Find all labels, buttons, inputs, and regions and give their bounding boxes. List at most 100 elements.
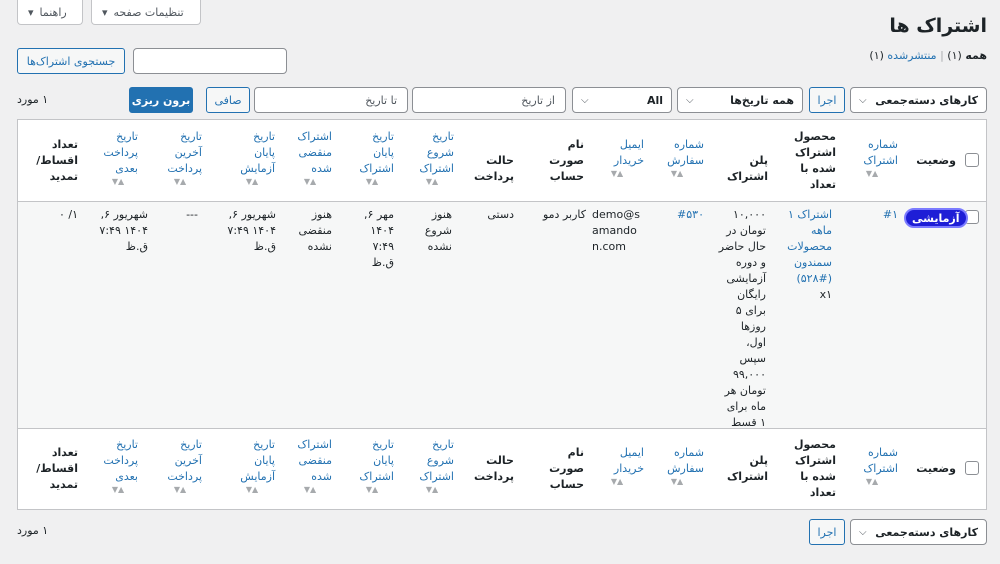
col-next-payment[interactable]: تاریخ پرداخت بعدی ▲▼ [98, 437, 138, 495]
row-expired: هنوز منقضی نشده [298, 208, 332, 253]
col-order-label: شماره سفارش [667, 446, 704, 475]
col-last-label: تاریخ آخرین پرداخت [167, 438, 202, 483]
col-start-date[interactable]: تاریخ شروع اشتراک ▲▼ [410, 437, 454, 495]
all-select-value: All [646, 93, 663, 107]
export-button[interactable]: برون ریزی [129, 87, 193, 113]
row-next-payment: شهریور ۶, ۱۴۰۴ ۷:۴۹ ق.ظ [99, 208, 148, 253]
apply-bulk-button[interactable]: اجرا [809, 87, 845, 113]
sort-icon: ▲▼ [173, 485, 187, 494]
sort-icon: ▲▼ [303, 177, 317, 186]
col-payment-mode: حالت پرداخت [474, 154, 514, 183]
sort-icon: ▲▼ [610, 169, 624, 178]
row-last-payment: --- [186, 208, 198, 221]
row-quantity: x۱ [819, 288, 832, 301]
col-expired[interactable]: اشتراک منقضی شده ▲▼ [288, 437, 332, 495]
col-order[interactable]: شماره سفارش ▲▼ [650, 137, 704, 179]
to-date-input[interactable]: تا تاریخ [254, 87, 408, 113]
row-buyer-email: demo@samandon.com [592, 208, 640, 253]
clear-button[interactable]: صافی [206, 87, 250, 113]
screen-options-button[interactable]: ▾ تنظیمات صفحه [91, 0, 201, 25]
col-expired[interactable]: اشتراک منقضی شده ▲▼ [288, 129, 332, 187]
col-buyer-email[interactable]: ایمیل خریدار ▲▼ [590, 445, 644, 487]
apply-bulk-button-bottom[interactable]: اجرا [809, 519, 845, 545]
status-badge: آزمایشی [904, 208, 968, 228]
col-trial-end[interactable]: تاریخ پایان آزمایش ▲▼ [229, 129, 275, 187]
col-trial-label: تاریخ پایان آزمایش [240, 438, 275, 483]
col-order[interactable]: شماره سفارش ▲▼ [650, 445, 704, 487]
sort-icon: ▲▼ [670, 169, 684, 178]
col-start-date[interactable]: تاریخ شروع اشتراک ▲▼ [410, 129, 454, 187]
row-trial-end: شهریور ۶, ۱۴۰۴ ۷:۴۹ ق.ظ [227, 208, 276, 253]
col-next-payment[interactable]: تاریخ پرداخت بعدی ▲▼ [98, 129, 138, 187]
footer-divider [18, 428, 986, 429]
col-last-payment[interactable]: تاریخ آخرین پرداخت ▲▼ [158, 437, 202, 495]
items-count: ۱ مورد [17, 93, 49, 106]
col-trial-end[interactable]: تاریخ پایان آزمایش ▲▼ [229, 437, 275, 495]
bulk-actions-select[interactable]: کارهای دسته‌جمعی ⌵ [850, 87, 987, 113]
status-filters: همه (۱) | منتشرشده (۱) [869, 49, 987, 62]
col-end-date[interactable]: تاریخ پایان اشتراک ▲▼ [350, 437, 394, 495]
col-last-label: تاریخ آخرین پرداخت [167, 130, 202, 175]
select-all-checkbox-footer[interactable] [965, 461, 979, 475]
sort-icon: ▲▼ [173, 177, 187, 186]
col-plan: پلن اشتراک [727, 454, 768, 483]
col-email-label: ایمیل خریدار [613, 446, 644, 475]
select-all-checkbox[interactable] [965, 153, 979, 167]
row-product[interactable]: اشتراک ۱ ماهه محصولات سمندون (#۵۲۸) [784, 207, 832, 287]
bulk-actions-value: کارهای دسته‌جمعی [875, 93, 978, 107]
sort-icon: ▲▼ [365, 485, 379, 494]
col-status: وضعیت [916, 462, 956, 475]
col-order-label: شماره سفارش [667, 138, 704, 167]
items-count-bottom: ۱ مورد [17, 524, 49, 537]
col-end-date[interactable]: تاریخ پایان اشتراک ▲▼ [350, 129, 394, 187]
sort-icon: ▲▼ [111, 485, 125, 494]
chevron-down-icon: ⌵ [859, 94, 867, 106]
col-next-label: تاریخ پرداخت بعدی [103, 438, 138, 483]
col-product: محصول اشتراک شده با تعداد [793, 438, 836, 499]
col-last-payment[interactable]: تاریخ آخرین پرداخت ▲▼ [158, 129, 202, 187]
all-select[interactable]: All ⌵ [572, 87, 672, 113]
col-expired-label: اشتراک منقضی شده [297, 438, 332, 483]
col-expired-label: اشتراک منقضی شده [297, 130, 332, 175]
chevron-down-icon: ⌵ [581, 94, 589, 106]
col-end-label: تاریخ پایان اشتراک [359, 438, 394, 483]
col-installments: تعداد اقساط/ تمدید [36, 138, 78, 183]
col-id[interactable]: شماره اشتراک ▲▼ [846, 445, 898, 487]
col-product: محصول اشتراک شده با تعداد [793, 130, 836, 191]
row-payment-mode: دستی [487, 208, 514, 221]
date-filter-value: همه تاریخ‌ها [730, 93, 794, 107]
chevron-down-icon: ⌵ [859, 526, 867, 538]
filter-published[interactable]: منتشرشده [887, 49, 936, 62]
col-start-label: تاریخ شروع اشتراک [419, 438, 454, 483]
help-button[interactable]: ▾ راهنما [17, 0, 83, 25]
from-date-input[interactable]: از تاریخ [412, 87, 566, 113]
col-next-label: تاریخ پرداخت بعدی [103, 130, 138, 175]
row-order[interactable]: #۵۳۰ [668, 207, 704, 223]
help-label: راهنما [39, 5, 67, 19]
filter-all[interactable]: همه [965, 49, 987, 62]
col-status: وضعیت [916, 154, 956, 167]
col-id[interactable]: شماره اشتراک ▲▼ [846, 137, 898, 179]
search-button[interactable]: جستجوی اشتراک‌ها [17, 48, 125, 74]
search-input[interactable] [133, 48, 287, 74]
col-payment-mode: حالت پرداخت [474, 454, 514, 483]
col-invoice-name: نام صورت حساب [549, 138, 584, 183]
from-date-placeholder: از تاریخ [521, 93, 555, 107]
date-filter-select[interactable]: همه تاریخ‌ها ⌵ [677, 87, 803, 113]
col-invoice-name: نام صورت حساب [549, 446, 584, 491]
chevron-down-icon: ▾ [28, 5, 34, 19]
col-plan: پلن اشتراک [727, 154, 768, 183]
filter-published-count: (۱) [869, 49, 884, 62]
row-id[interactable]: #۱ [868, 207, 898, 223]
col-trial-label: تاریخ پایان آزمایش [240, 130, 275, 175]
filter-separator: | [940, 49, 944, 62]
row-plan: ۱۰,۰۰۰ تومان در حال حاضر و دوره آزمایشی … [718, 208, 766, 429]
screen-options-label: تنظیمات صفحه [113, 5, 184, 19]
sort-icon: ▲▼ [303, 485, 317, 494]
bulk-actions-select-bottom[interactable]: کارهای دسته‌جمعی ⌵ [850, 519, 987, 545]
chevron-down-icon: ⌵ [686, 94, 694, 106]
row-start-date: هنوز شروع نشده [424, 208, 452, 253]
sort-icon: ▲▼ [111, 177, 125, 186]
col-buyer-email[interactable]: ایمیل خریدار ▲▼ [590, 137, 644, 179]
chevron-down-icon: ▾ [102, 5, 108, 19]
